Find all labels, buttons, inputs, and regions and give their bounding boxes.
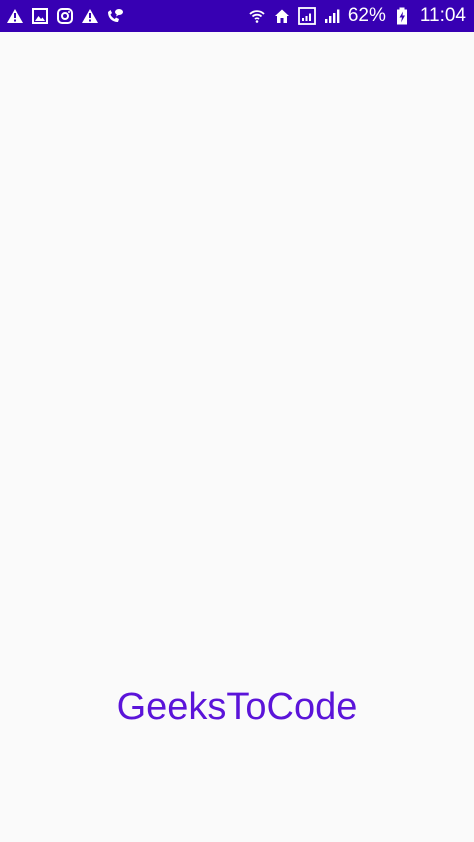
main-content: GeeksToCode	[0, 32, 474, 842]
home-icon	[273, 7, 291, 25]
notification-icons	[6, 0, 124, 32]
status-bar: 62% 11:04	[0, 0, 474, 32]
battery-percent: 62%	[347, 5, 386, 26]
call-chat-icon	[106, 7, 124, 25]
cellular-signal-icon	[323, 7, 341, 25]
warning-icon	[81, 7, 99, 25]
battery-charging-icon	[393, 7, 411, 25]
signal-box-icon	[297, 7, 316, 25]
image-icon	[31, 7, 49, 25]
app-screen: 62% 11:04 GeeksToCode	[0, 0, 474, 842]
brand-text: GeeksToCode	[116, 686, 358, 728]
wifi-icon	[248, 7, 266, 25]
warning-icon	[6, 7, 24, 25]
instagram-icon	[56, 7, 74, 25]
clock: 11:04	[419, 5, 466, 26]
system-icons: 62% 11:04	[248, 0, 466, 32]
